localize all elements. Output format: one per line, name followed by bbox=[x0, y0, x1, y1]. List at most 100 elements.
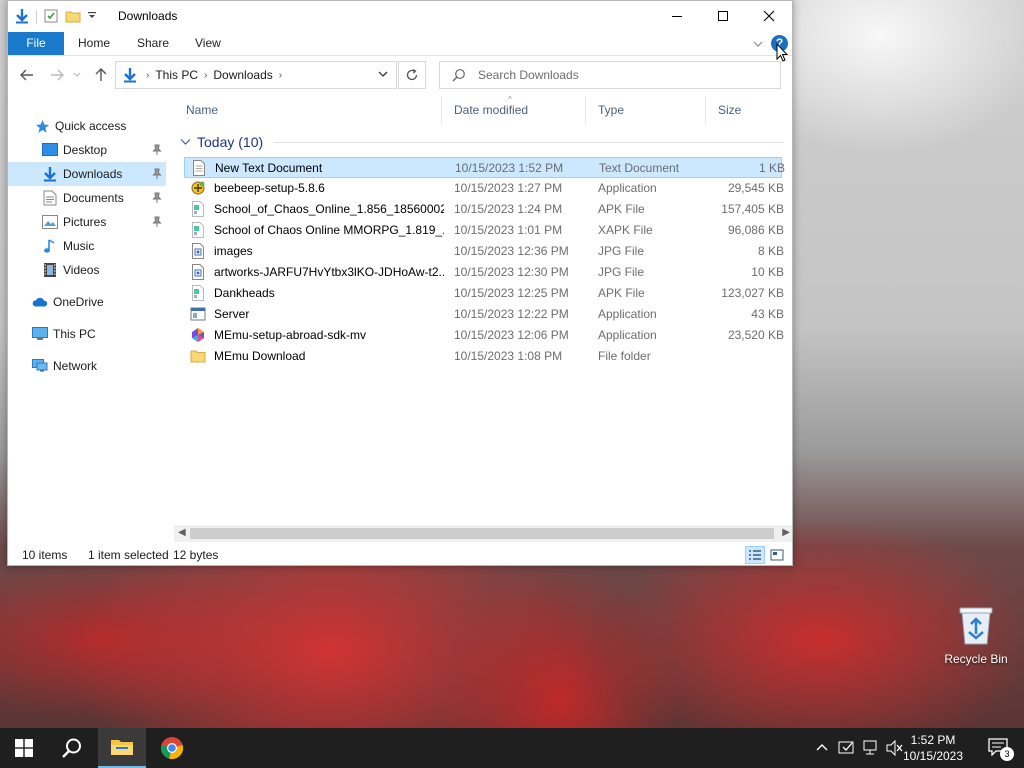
system-clock[interactable]: 1:52 PM 10/15/2023 bbox=[898, 732, 968, 764]
file-name: MEmu-setup-abroad-sdk-mv bbox=[214, 328, 367, 342]
new-folder-icon[interactable] bbox=[65, 8, 81, 27]
table-row[interactable]: Dankheads 10/15/2023 12:25 PM APK File 1… bbox=[184, 283, 784, 304]
back-button[interactable] bbox=[16, 65, 38, 85]
sidebar-item-this-pc[interactable]: This PC bbox=[8, 322, 166, 346]
network-status-icon[interactable] bbox=[862, 740, 880, 759]
horizontal-scrollbar[interactable]: ◀ ▶ bbox=[174, 525, 792, 542]
sidebar-item-videos[interactable]: Videos bbox=[8, 258, 166, 282]
group-collapse-chevron-icon[interactable] bbox=[180, 138, 191, 146]
notification-count-badge: 3 bbox=[1000, 747, 1014, 761]
pin-icon[interactable] bbox=[152, 192, 162, 207]
file-size: 96,086 KB bbox=[727, 223, 784, 237]
apk-file-icon bbox=[190, 285, 206, 301]
breadcrumb-separator[interactable]: › bbox=[279, 70, 282, 81]
column-header-label: Date modified bbox=[454, 103, 529, 117]
table-row[interactable]: Server 10/15/2023 12:22 PM Application 4… bbox=[184, 304, 784, 325]
mouse-cursor-icon bbox=[776, 42, 789, 66]
sidebar-item-label: Videos bbox=[63, 263, 100, 277]
file-date: 10/15/2023 12:25 PM bbox=[454, 286, 569, 300]
scroll-right-arrow-icon[interactable]: ▶ bbox=[782, 527, 790, 538]
taskbar-chrome-button[interactable] bbox=[148, 728, 196, 768]
scrollbar-thumb[interactable] bbox=[190, 528, 774, 539]
taskbar-file-explorer-button[interactable] bbox=[98, 728, 146, 768]
address-history-chevron-icon[interactable] bbox=[378, 71, 388, 79]
security-icon[interactable] bbox=[838, 739, 856, 760]
sidebar-item-music[interactable]: Music bbox=[8, 234, 166, 258]
sidebar-item-label: Music bbox=[63, 239, 95, 253]
sidebar-item-label: Documents bbox=[63, 191, 124, 205]
column-header-name[interactable]: Name bbox=[174, 96, 442, 124]
properties-checkbox-icon[interactable] bbox=[43, 8, 59, 27]
pin-icon[interactable] bbox=[152, 144, 162, 159]
file-date: 10/15/2023 1:27 PM bbox=[454, 181, 563, 195]
file-type: APK File bbox=[598, 202, 645, 216]
address-bar[interactable]: › This PC › Downloads › bbox=[115, 61, 397, 89]
downloads-folder-icon bbox=[42, 166, 58, 182]
column-header-date-modified[interactable]: Date modified ^ bbox=[442, 95, 586, 124]
pictures-folder-icon bbox=[42, 214, 58, 230]
table-row[interactable]: School_of_Chaos_Online_1.856_18560002...… bbox=[184, 199, 784, 220]
sidebar-item-pictures[interactable]: Pictures bbox=[8, 210, 166, 234]
file-name: School_of_Chaos_Online_1.856_18560002... bbox=[214, 202, 444, 216]
breadcrumb-separator[interactable]: › bbox=[146, 70, 149, 81]
tab-share[interactable]: Share bbox=[127, 32, 179, 55]
expand-ribbon-chevron-icon[interactable] bbox=[752, 38, 764, 52]
group-header-today[interactable]: Today (10) bbox=[174, 132, 786, 152]
up-button[interactable] bbox=[90, 65, 112, 85]
refresh-button[interactable] bbox=[398, 61, 426, 89]
close-button[interactable] bbox=[746, 1, 792, 31]
recycle-bin-icon bbox=[957, 604, 995, 646]
table-row[interactable]: School of Chaos Online MMORPG_1.819_... … bbox=[184, 220, 784, 241]
search-box[interactable]: Search Downloads bbox=[439, 61, 781, 89]
table-row[interactable]: MEmu-setup-abroad-sdk-mv 10/15/2023 12:0… bbox=[184, 325, 784, 346]
taskbar-search-button[interactable] bbox=[48, 728, 96, 768]
table-row[interactable]: MEmu Download 10/15/2023 1:08 PM File fo… bbox=[184, 346, 782, 367]
sidebar-item-network[interactable]: Network bbox=[8, 354, 166, 378]
table-row[interactable]: images 10/15/2023 12:36 PM JPG File 8 KB bbox=[184, 241, 784, 262]
file-size: 8 KB bbox=[757, 244, 784, 258]
large-icons-view-button[interactable] bbox=[767, 546, 787, 564]
breadcrumb-downloads[interactable]: Downloads bbox=[213, 68, 272, 82]
sidebar-item-label: Network bbox=[53, 359, 98, 373]
tab-file[interactable]: File bbox=[8, 32, 64, 55]
table-row[interactable]: beebeep-setup-5.8.6 10/15/2023 1:27 PM A… bbox=[184, 178, 784, 199]
maximize-button[interactable] bbox=[700, 1, 746, 31]
forward-button[interactable] bbox=[46, 65, 68, 85]
title-bar[interactable]: Downloads bbox=[8, 1, 792, 32]
sidebar-item-onedrive[interactable]: OneDrive bbox=[8, 290, 166, 314]
recent-locations-chevron-icon[interactable] bbox=[70, 65, 84, 85]
start-button[interactable] bbox=[0, 728, 48, 768]
application-icon bbox=[190, 306, 206, 322]
table-row[interactable]: New Text Document 10/15/2023 1:52 PM Tex… bbox=[184, 157, 785, 178]
sidebar-item-quick-access[interactable]: Quick access bbox=[8, 114, 166, 138]
search-input[interactable]: Search Downloads bbox=[478, 68, 579, 82]
column-header-type[interactable]: Type bbox=[586, 96, 706, 124]
download-arrow-icon[interactable] bbox=[14, 8, 30, 27]
folder-icon bbox=[111, 740, 133, 755]
sidebar-item-desktop[interactable]: Desktop bbox=[8, 138, 166, 162]
sidebar-item-downloads[interactable]: Downloads bbox=[8, 162, 166, 186]
pin-icon[interactable] bbox=[152, 216, 162, 231]
column-header-size[interactable]: Size bbox=[706, 96, 786, 124]
tab-view[interactable]: View bbox=[185, 32, 231, 55]
status-bar: 10 items 1 item selected 12 bytes bbox=[8, 544, 792, 566]
table-row[interactable]: artworks-JARFU7HvYtbx3lKO-JDHoAw-t2... 1… bbox=[184, 262, 784, 283]
customize-toolbar-chevron-icon[interactable] bbox=[87, 10, 97, 24]
minimize-button[interactable] bbox=[654, 1, 700, 31]
breadcrumb-this-pc[interactable]: This PC bbox=[155, 68, 198, 82]
breadcrumb-separator[interactable]: › bbox=[204, 70, 207, 81]
videos-folder-icon bbox=[42, 262, 58, 278]
toolbar-divider bbox=[36, 10, 37, 24]
tab-home[interactable]: Home bbox=[68, 32, 120, 55]
details-view-button[interactable] bbox=[745, 546, 765, 564]
file-list: Name Date modified ^ Type Size Today (10… bbox=[174, 95, 792, 526]
show-hidden-icons-chevron-icon[interactable] bbox=[816, 741, 828, 755]
file-name: beebeep-setup-5.8.6 bbox=[214, 181, 325, 195]
window-title: Downloads bbox=[118, 9, 178, 23]
recycle-bin-desktop-icon[interactable]: Recycle Bin bbox=[940, 600, 1012, 666]
scroll-left-arrow-icon[interactable]: ◀ bbox=[178, 527, 186, 538]
pin-icon[interactable] bbox=[152, 168, 162, 183]
action-center-button[interactable]: 3 bbox=[988, 738, 1014, 761]
sidebar-item-documents[interactable]: Documents bbox=[8, 186, 166, 210]
clock-time: 1:52 PM bbox=[910, 733, 956, 747]
